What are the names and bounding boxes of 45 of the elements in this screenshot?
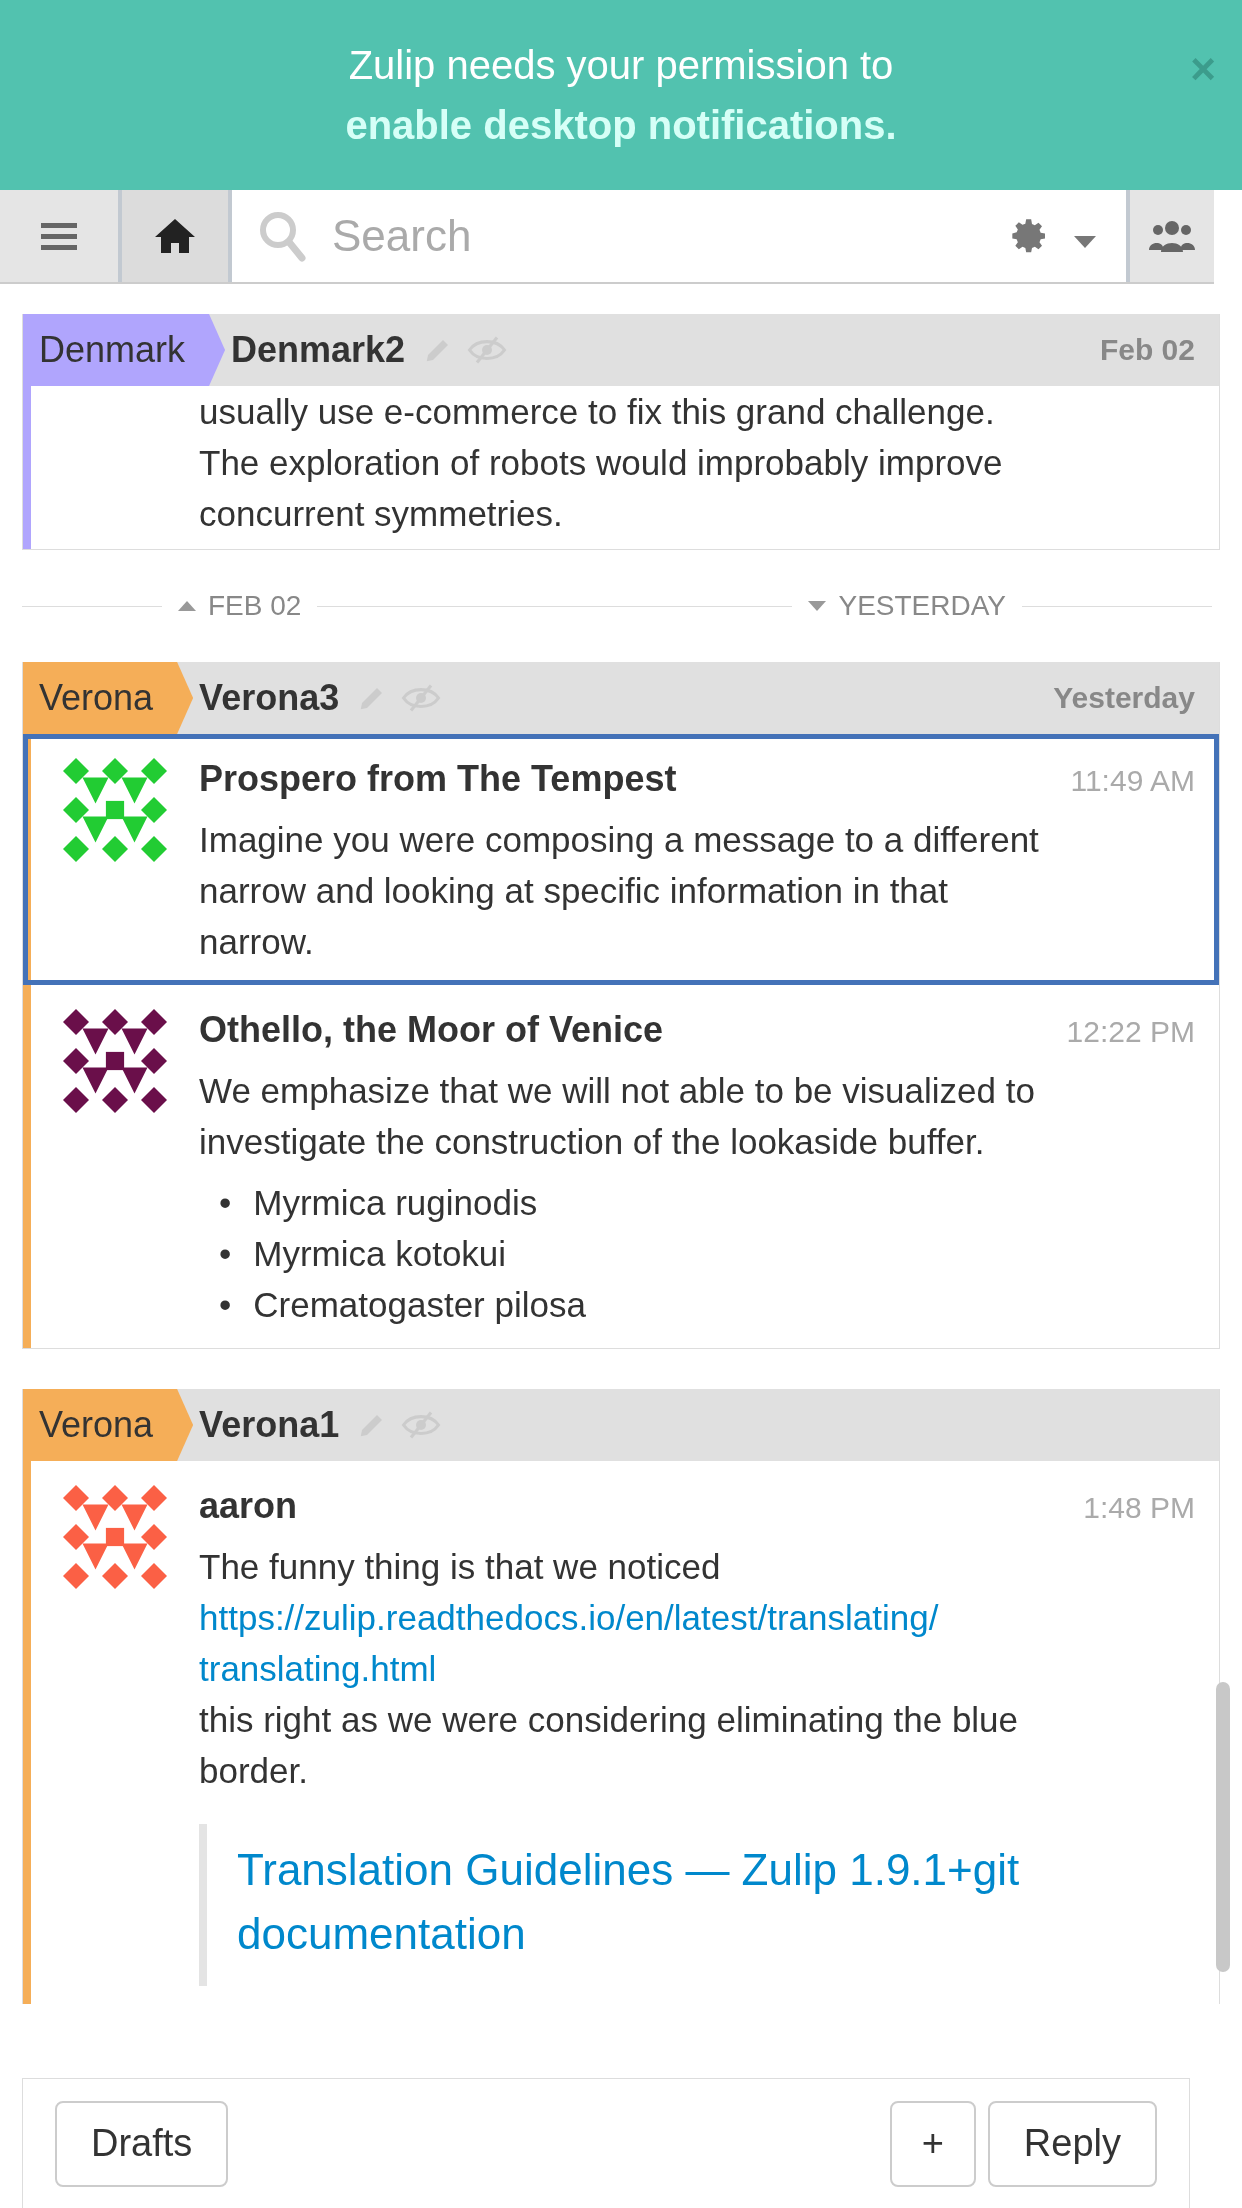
message-link[interactable]: https://zulip.readthedocs.io/en/latest/translating/translating.html (199, 1592, 1059, 1694)
menu-button[interactable] (0, 190, 122, 282)
message-time: 12:22 PM (1066, 1015, 1195, 1049)
home-icon (153, 217, 197, 255)
up-triangle-icon (178, 601, 196, 611)
message-text: usually use e-commerce to fix this grand challenge. The exploration of robots would improbably improve concurrent symmetries. (199, 391, 1004, 535)
search-icon (258, 210, 306, 262)
list-item: Myrmica kotokui (253, 1233, 507, 1275)
date-label: YESTERDAY (838, 590, 1006, 622)
list-item: Myrmica ruginodis (253, 1182, 538, 1224)
list-bullet: • (219, 1284, 232, 1326)
date-label: FEB 02 (208, 590, 302, 622)
users-button[interactable] (1130, 190, 1214, 282)
message-time: 11:49 AM (1070, 764, 1195, 798)
list-bullet: • (219, 1182, 232, 1224)
sender-name[interactable]: Othello, the Moor of Venice (199, 1009, 664, 1051)
message[interactable]: usually use e-commerce to fix this grand challenge. The exploration of robots would improbably improve concurrent symmetries. (31, 386, 1219, 549)
new-message-button[interactable]: + (889, 2100, 976, 2187)
list-bullet: • (219, 1233, 232, 1275)
stream-label[interactable]: Denmark (23, 314, 226, 386)
topic-name[interactable]: Denmark2 (231, 329, 406, 371)
topic-name[interactable]: Verona1 (199, 1404, 340, 1446)
topic-name[interactable]: Verona3 (199, 677, 340, 719)
down-triangle-icon (808, 601, 827, 611)
users-icon (1149, 218, 1195, 254)
message-text: The funny thing is that we noticed https://zulip.readthedocs.io/en/latest/translating/translating.html this right as we were considering eliminating the blue border. (199, 1541, 1059, 1796)
home-button[interactable] (122, 190, 232, 282)
caret-icon[interactable] (1074, 236, 1096, 250)
menu-icon (41, 221, 77, 251)
list-item: Crematogaster pilosa (253, 1284, 586, 1326)
preview-title-link[interactable]: Translation Guidelines — Zulip 1.9.1+git documentation (237, 1838, 1195, 1966)
sender-name[interactable]: Prospero from The Tempest (199, 758, 677, 800)
header-date: Feb 02 (1099, 333, 1195, 367)
scrollbar-thumb[interactable] (1216, 1682, 1230, 1972)
header-date: Yesterday (1053, 681, 1195, 715)
reply-button[interactable]: Reply (987, 2100, 1157, 2187)
message-text: Imagine you were composing a message to a different narrow and looking at specific information in that narrow. (199, 819, 1040, 963)
selected-message[interactable]: Prospero from The Tempest 11:49 AM Imagine you were composing a message to a different narrow and looking at specific information in that narrow. (23, 734, 1219, 985)
banner-text: Zulip needs your permission to enable desktop notifications. (344, 42, 898, 149)
stream-label[interactable]: Verona (23, 1389, 194, 1461)
sender-name[interactable]: aaron (199, 1485, 298, 1527)
message-time: 1:48 PM (1083, 1491, 1195, 1525)
stream-label[interactable]: Verona (23, 662, 194, 734)
message-text: We emphasize that we will not able to be visualized to investigate the construction of the lookaside buffer. (199, 1070, 1036, 1163)
drafts-button[interactable]: Drafts (55, 2100, 229, 2187)
